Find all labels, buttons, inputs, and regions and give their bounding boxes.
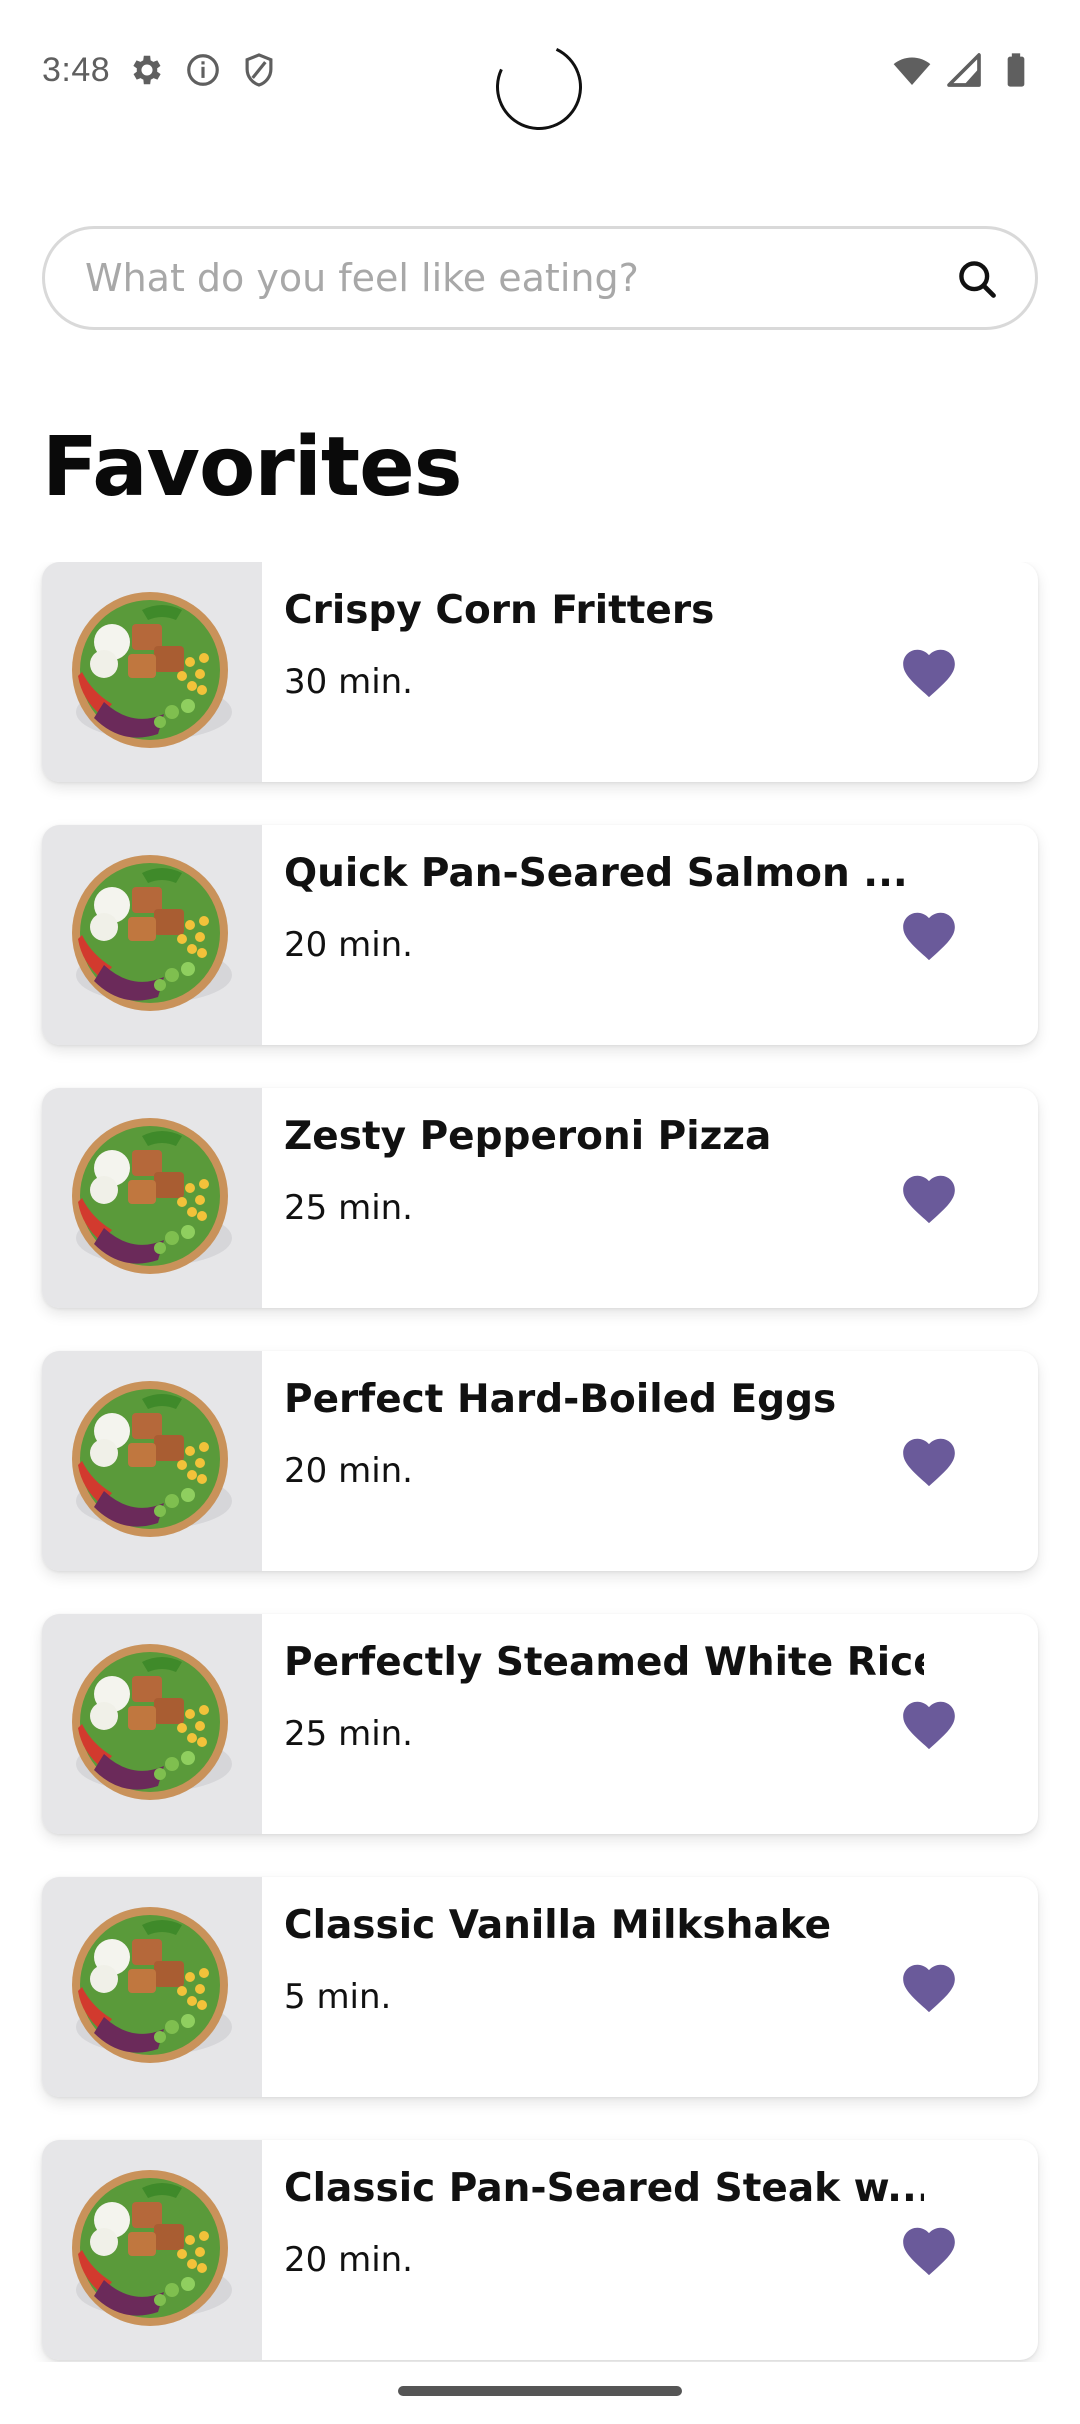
favorite-button[interactable] (898, 905, 960, 967)
recipe-time: 20 min. (284, 2240, 413, 2280)
recipe-image (42, 1614, 262, 1834)
favorite-button[interactable] (898, 1168, 960, 1230)
favorite-button[interactable] (898, 2220, 960, 2282)
recipe-title: Classic Pan-Seared Steak w... (284, 2166, 924, 2211)
recipe-card[interactable]: Classic Pan-Seared Steak w... 20 min. (42, 2140, 1038, 2360)
favorite-button[interactable] (898, 1957, 960, 2019)
recipe-card[interactable]: Quick Pan-Seared Salmon ... 20 min. (42, 825, 1038, 1045)
status-left: 3:48 (42, 48, 278, 92)
recipe-card[interactable]: Classic Vanilla Milkshake 5 min. (42, 1877, 1038, 2097)
navigation-handle[interactable] (398, 2386, 682, 2396)
status-bar: 3:48 (0, 0, 1080, 143)
recipe-title: Quick Pan-Seared Salmon ... (284, 851, 908, 896)
recipe-time: 20 min. (284, 1451, 413, 1491)
heart-icon (903, 1701, 955, 1750)
wifi-icon (892, 50, 932, 90)
signal-icon (944, 50, 984, 90)
recipe-title: Classic Vanilla Milkshake (284, 1903, 832, 1948)
search-icon[interactable] (955, 257, 999, 301)
favorite-button[interactable] (898, 1694, 960, 1756)
search-input[interactable] (85, 229, 945, 327)
favorite-button[interactable] (898, 642, 960, 704)
heart-icon (903, 649, 955, 698)
heart-icon (903, 1175, 955, 1224)
recipe-image (42, 1088, 262, 1308)
screen: 3:48 What do you feel like eating? Favor… (0, 0, 1080, 2424)
recipe-title: Perfectly Steamed White Rice (284, 1640, 924, 1685)
search-bar[interactable] (42, 226, 1038, 330)
recipe-image (42, 2140, 262, 2360)
recipe-card[interactable]: Perfectly Steamed White Rice 25 min. (42, 1614, 1038, 1834)
recipe-time: 5 min. (284, 1977, 392, 2017)
recipe-time: 25 min. (284, 1188, 413, 1228)
recipe-title: Zesty Pepperoni Pizza (284, 1114, 772, 1159)
camera-cutout (483, 31, 595, 143)
heart-icon (903, 1964, 955, 2013)
status-time: 3:48 (42, 50, 111, 89)
recipe-title: Crispy Corn Fritters (284, 588, 715, 633)
heart-icon (903, 2227, 955, 2276)
recipe-card[interactable]: Crispy Corn Fritters 30 min. (42, 562, 1038, 782)
recipe-card[interactable]: Perfect Hard-Boiled Eggs 20 min. (42, 1351, 1038, 1571)
favorites-list[interactable]: Crispy Corn Fritters 30 min. Quick Pan-S… (0, 562, 1080, 2362)
recipe-title: Perfect Hard-Boiled Eggs (284, 1377, 837, 1422)
recipe-image (42, 562, 262, 782)
shield-icon (240, 51, 278, 89)
recipe-time: 25 min. (284, 1714, 413, 1754)
recipe-image (42, 825, 262, 1045)
heart-icon (903, 1438, 955, 1487)
recipe-image (42, 1877, 262, 2097)
heart-icon (903, 912, 955, 961)
info-icon (184, 51, 222, 89)
recipe-time: 20 min. (284, 925, 413, 965)
battery-icon (996, 50, 1036, 90)
gear-icon (128, 51, 166, 89)
page-title: Favorites (42, 420, 462, 515)
recipe-card[interactable]: Zesty Pepperoni Pizza 25 min. (42, 1088, 1038, 1308)
recipe-image (42, 1351, 262, 1571)
recipe-time: 30 min. (284, 662, 413, 702)
status-right (892, 48, 1036, 92)
favorite-button[interactable] (898, 1431, 960, 1493)
